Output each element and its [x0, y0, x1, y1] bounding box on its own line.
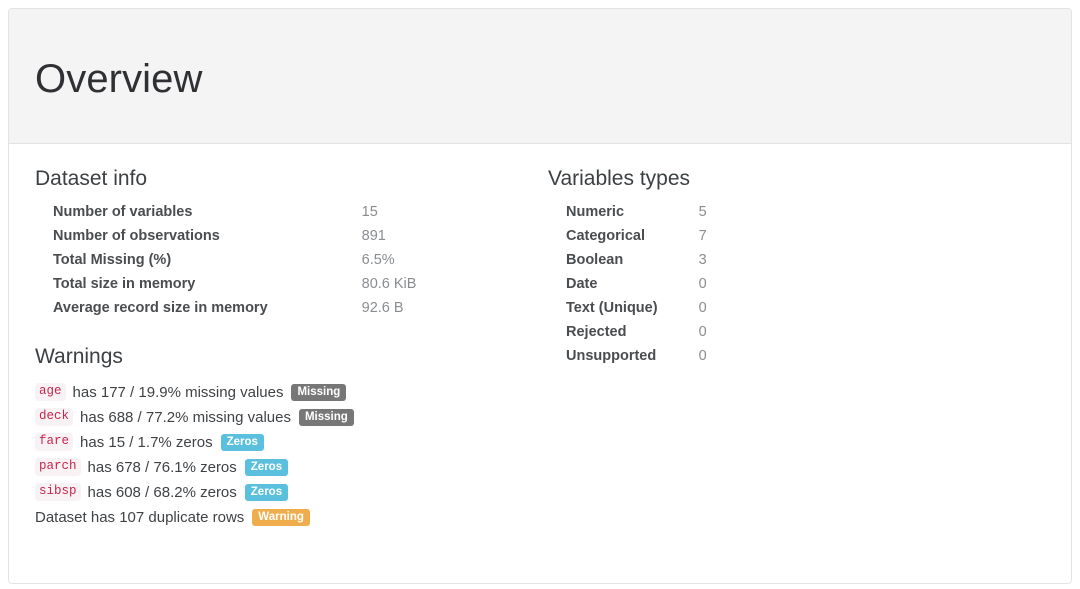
table-row: Number of observations 891 — [35, 224, 416, 248]
info-columns: Dataset info Number of variables 15 Numb… — [9, 144, 1071, 368]
panel-header: Overview — [9, 9, 1071, 144]
dataset-info-value: 15 — [361, 204, 378, 221]
dataset-info-label: Number of variables — [53, 204, 193, 221]
table-row: Rejected 0 — [548, 320, 707, 344]
variable-type-label: Boolean — [566, 252, 624, 269]
dataset-info-label: Total Missing (%) — [53, 252, 172, 269]
warning-text: has 688 / 77.2% missing values — [80, 408, 291, 426]
table-row: Number of variables 15 — [35, 200, 416, 224]
page-root: Overview Dataset info Number of variable… — [0, 0, 1080, 589]
status-badge[interactable]: Warning — [252, 508, 310, 526]
table-row: Total size in memory 80.6 KiB — [35, 272, 416, 296]
overview-panel: Overview Dataset info Number of variable… — [8, 8, 1072, 584]
list-item: age has 177 / 19.9% missing values Missi… — [35, 380, 735, 404]
dataset-info-table: Number of variables 15 Number of observa… — [35, 200, 416, 320]
variables-types-table: Numeric 5 Categorical 7 Boolean 3 Date 0… — [548, 200, 707, 368]
warnings-heading: Warnings — [35, 345, 123, 368]
table-row: Boolean 3 — [548, 248, 707, 272]
list-item: sibsp has 608 / 68.2% zeros Zeros — [35, 480, 735, 504]
variable-type-label: Date — [566, 276, 598, 293]
dataset-info-label: Average record size in memory — [53, 300, 268, 317]
variable-type-value: 0 — [698, 276, 707, 293]
variable-type-label: Numeric — [566, 204, 625, 221]
table-row: Categorical 7 — [548, 224, 707, 248]
variable-type-value: 5 — [698, 204, 707, 221]
variable-type-value: 3 — [698, 252, 707, 269]
variable-type-value: 0 — [698, 300, 707, 317]
variable-type-label: Categorical — [566, 228, 645, 245]
status-badge[interactable]: Missing — [291, 383, 347, 401]
warning-variable-code[interactable]: fare — [35, 433, 74, 452]
warning-text: has 177 / 19.9% missing values — [72, 383, 284, 401]
table-row: Date 0 — [548, 272, 707, 296]
warning-variable-code[interactable]: age — [35, 383, 66, 402]
status-badge[interactable]: Zeros — [244, 483, 289, 501]
dataset-info-section: Dataset info Number of variables 15 Numb… — [9, 166, 529, 368]
list-item: parch has 678 / 76.1% zeros Zeros — [35, 455, 735, 479]
dataset-info-heading: Dataset info — [35, 167, 148, 190]
warning-text: Dataset has 107 duplicate rows — [35, 508, 245, 526]
list-item: fare has 15 / 1.7% zeros Zeros — [35, 430, 735, 454]
dataset-info-value: 80.6 KiB — [361, 276, 417, 293]
status-badge[interactable]: Zeros — [244, 458, 289, 476]
dataset-info-value: 6.5% — [361, 252, 395, 269]
list-item: deck has 688 / 77.2% missing values Miss… — [35, 405, 735, 429]
dataset-info-label: Number of observations — [53, 228, 220, 245]
table-row: Average record size in memory 92.6 B — [35, 296, 416, 320]
warning-text: has 608 / 68.2% zeros — [87, 483, 237, 501]
variable-type-label: Rejected — [566, 324, 627, 341]
variable-type-value: 7 — [698, 228, 707, 245]
table-row: Text (Unique) 0 — [548, 296, 707, 320]
warning-variable-code[interactable]: deck — [35, 408, 74, 427]
list-item: Dataset has 107 duplicate rows Warning — [35, 505, 735, 529]
status-badge[interactable]: Missing — [298, 408, 354, 426]
table-row: Numeric 5 — [548, 200, 707, 224]
panel-body: Dataset info Number of variables 15 Numb… — [9, 144, 1071, 526]
warning-text: has 678 / 76.1% zeros — [87, 458, 237, 476]
dataset-info-value: 92.6 B — [361, 300, 404, 317]
dataset-info-value: 891 — [361, 228, 386, 245]
warning-variable-code[interactable]: parch — [35, 458, 81, 477]
warnings-section: Warnings age has 177 / 19.9% missing val… — [35, 344, 735, 530]
variable-type-value: 0 — [698, 324, 707, 341]
warning-text: has 15 / 1.7% zeros — [80, 433, 213, 451]
variables-types-section: Variables types Numeric 5 Categorical 7 — [529, 166, 1049, 368]
table-row: Total Missing (%) 6.5% — [35, 248, 416, 272]
warning-variable-code[interactable]: sibsp — [35, 483, 81, 502]
dataset-info-label: Total size in memory — [53, 276, 196, 293]
variable-type-label: Text (Unique) — [566, 300, 658, 317]
variables-types-heading: Variables types — [548, 167, 691, 190]
warnings-list: age has 177 / 19.9% missing values Missi… — [35, 380, 735, 529]
status-badge[interactable]: Zeros — [220, 433, 264, 451]
page-title: Overview — [35, 57, 203, 101]
